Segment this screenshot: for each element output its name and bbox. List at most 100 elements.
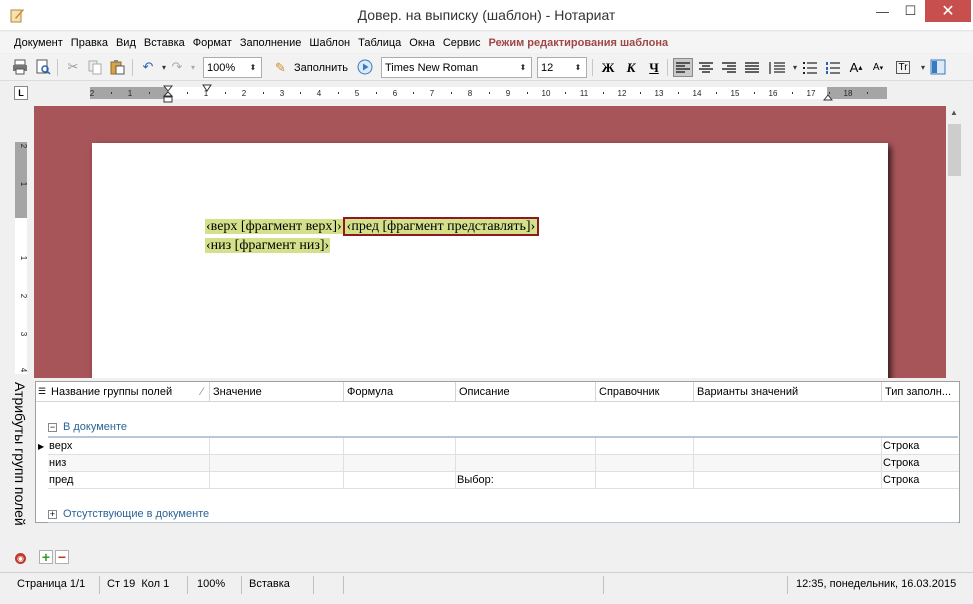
- group-row-missing[interactable]: + Отсутствующие в документе: [48, 505, 209, 523]
- tab-stop-selector[interactable]: L: [14, 86, 28, 100]
- print-preview-icon[interactable]: [34, 58, 52, 76]
- align-left-button[interactable]: [673, 58, 693, 77]
- delete-row-button[interactable]: −: [55, 549, 69, 565]
- column-header-name[interactable]: Название группы полей ⁄: [48, 382, 210, 402]
- template-field-top[interactable]: ‹верх [фрагмент верх]›: [205, 219, 343, 234]
- zoom-select[interactable]: 100% ⬍: [203, 57, 262, 78]
- bullets-button[interactable]: [800, 58, 820, 77]
- scroll-up-icon[interactable]: ▲: [950, 108, 958, 117]
- cell-name[interactable]: верх: [48, 438, 210, 455]
- svg-text:11: 11: [580, 89, 589, 98]
- cell-type[interactable]: Строка: [882, 455, 959, 472]
- column-header-value[interactable]: Значение: [210, 382, 344, 402]
- cell-variants[interactable]: [694, 438, 882, 455]
- cell-reference[interactable]: [596, 455, 694, 472]
- side-panel-tab[interactable]: Атрибуты групп полей ◉: [10, 378, 32, 568]
- maximize-button[interactable]: ☐: [897, 0, 924, 22]
- column-header-formula[interactable]: Формула: [344, 382, 456, 402]
- menu-insert[interactable]: Вставка: [140, 37, 189, 49]
- cell-reference[interactable]: [596, 438, 694, 455]
- mode-label: Режим редактирования шаблона: [488, 36, 669, 49]
- print-icon[interactable]: [11, 58, 29, 76]
- svg-text:5: 5: [355, 89, 360, 98]
- menu-format[interactable]: Формат: [189, 37, 236, 49]
- play-icon[interactable]: [356, 58, 374, 76]
- close-button[interactable]: ✕: [925, 0, 971, 22]
- panel-toggle-icon[interactable]: [929, 58, 947, 76]
- cell-value[interactable]: [210, 438, 344, 455]
- collapse-icon[interactable]: −: [48, 422, 57, 432]
- numbering-icon: [826, 61, 840, 74]
- paste-icon[interactable]: [108, 58, 126, 76]
- cell-description[interactable]: Выбор:: [456, 472, 596, 489]
- svg-text:2: 2: [90, 89, 95, 98]
- font-name-select[interactable]: Times New Roman ⬍: [381, 57, 532, 78]
- text-style-icon[interactable]: Tr: [893, 58, 913, 77]
- vertical-ruler[interactable]: 2 1 1 2 3 4: [14, 106, 28, 376]
- cell-description[interactable]: [456, 438, 596, 455]
- copy-icon[interactable]: [86, 58, 104, 76]
- grow-font-icon[interactable]: A ▴: [846, 58, 866, 77]
- menu-service[interactable]: Сервис: [439, 37, 485, 49]
- menu-table[interactable]: Таблица: [354, 37, 405, 49]
- cell-reference[interactable]: [596, 472, 694, 489]
- fill-button[interactable]: ✎ Заполнить: [275, 58, 348, 77]
- svg-text:4: 4: [317, 89, 322, 98]
- cell-name[interactable]: пред: [48, 472, 210, 489]
- menu-document[interactable]: Документ: [10, 37, 67, 49]
- menu-filling[interactable]: Заполнение: [236, 37, 306, 49]
- cell-formula[interactable]: [344, 472, 456, 489]
- bold-button[interactable]: Ж: [598, 58, 618, 77]
- align-right-button[interactable]: [719, 58, 739, 77]
- template-field-bottom[interactable]: ‹низ [фрагмент низ]›: [205, 238, 331, 253]
- column-header-reference[interactable]: Справочник: [596, 382, 694, 402]
- cut-icon[interactable]: ✂: [64, 58, 82, 76]
- scroll-thumb[interactable]: [948, 124, 961, 176]
- group-row-in-document[interactable]: − В документе: [48, 418, 127, 436]
- document-page[interactable]: ‹верх [фрагмент верх]› ‹пред [фрагмент пр…: [92, 143, 888, 378]
- cell-type[interactable]: Строка: [882, 438, 959, 455]
- cell-value[interactable]: [210, 455, 344, 472]
- cell-description[interactable]: [456, 455, 596, 472]
- pin-icon[interactable]: ◉: [15, 553, 26, 564]
- font-size-select[interactable]: 12 ⬍: [537, 57, 587, 78]
- right-indent-icon[interactable]: [823, 90, 833, 102]
- svg-text:15: 15: [731, 89, 740, 98]
- indent-marker-icon[interactable]: [163, 82, 173, 104]
- underline-button[interactable]: Ч: [644, 58, 664, 77]
- cell-variants[interactable]: [694, 455, 882, 472]
- column-header-variants[interactable]: Варианты значений: [694, 382, 882, 402]
- cell-value[interactable]: [210, 472, 344, 489]
- column-header-type[interactable]: Тип заполн...: [882, 382, 959, 402]
- menu-template[interactable]: Шаблон: [305, 37, 354, 49]
- menu-view[interactable]: Вид: [112, 37, 140, 49]
- cell-formula[interactable]: [344, 438, 456, 455]
- table-row[interactable]: ▶ верх Строка: [38, 438, 959, 455]
- column-chooser-icon[interactable]: ☰: [38, 386, 48, 397]
- template-field-pred[interactable]: ‹пред [фрагмент представлять]›: [342, 217, 540, 236]
- svg-text:2: 2: [19, 144, 28, 149]
- align-center-button[interactable]: [696, 58, 716, 77]
- redo-dropdown-icon[interactable]: ▾: [184, 58, 202, 76]
- table-row[interactable]: пред Выбор: Строка: [48, 472, 959, 489]
- first-line-indent-icon[interactable]: [202, 83, 212, 95]
- cell-name[interactable]: низ: [48, 455, 210, 472]
- add-row-button[interactable]: +: [39, 549, 53, 565]
- cell-variants[interactable]: [694, 472, 882, 489]
- cell-type[interactable]: Строка: [882, 472, 959, 489]
- shrink-font-icon[interactable]: A ▾: [868, 58, 888, 77]
- column-header-description[interactable]: Описание: [456, 382, 596, 402]
- menu-windows[interactable]: Окна: [405, 37, 439, 49]
- italic-button[interactable]: К: [621, 58, 641, 77]
- line-spacing-button[interactable]: [766, 58, 786, 77]
- table-row[interactable]: низ Строка: [48, 455, 959, 472]
- cell-formula[interactable]: [344, 455, 456, 472]
- minimize-button[interactable]: —: [869, 0, 896, 22]
- vertical-scrollbar[interactable]: ▲: [946, 106, 963, 378]
- numbering-button[interactable]: [823, 58, 843, 77]
- status-datetime: 12:35, понедельник, 16.03.2015: [796, 578, 957, 590]
- align-justify-button[interactable]: [742, 58, 762, 77]
- grid-header: ☰ Название группы полей ⁄ Значение Формул…: [36, 382, 959, 402]
- expand-icon[interactable]: +: [48, 509, 57, 519]
- menu-edit[interactable]: Правка: [67, 37, 112, 49]
